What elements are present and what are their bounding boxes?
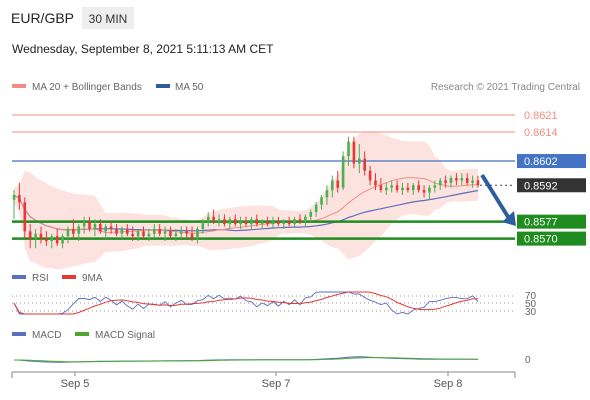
rsi-ma-legend-swatch xyxy=(62,275,76,279)
x-tick-sep7: Sep 7 xyxy=(262,378,291,390)
x-tick-sep8: Sep 8 xyxy=(434,378,463,390)
ma20-legend-label: MA 20 + Bollinger Bands xyxy=(32,82,142,93)
bollinger-band xyxy=(14,131,478,270)
x-axis: Sep 5 Sep 7 Sep 8 xyxy=(11,371,516,390)
timeframe-badge: 30 MIN xyxy=(89,12,128,26)
level-label-1: 0.8614 xyxy=(524,127,558,139)
level-label-2: 0.8602 xyxy=(524,156,558,168)
macd-tick-0: 0 xyxy=(525,355,531,366)
macd-legend-swatch xyxy=(12,332,26,336)
credit-text: Research © 2021 Trading Central xyxy=(431,82,580,93)
forecast-arrow xyxy=(480,173,516,226)
rsi-panel: 70 50 30 xyxy=(12,291,537,318)
level-label-4: 0.8577 xyxy=(524,217,558,229)
datetime-text: Wednesday, September 8, 2021 5:11:13 AM … xyxy=(12,42,274,56)
ma50-legend-label: MA 50 xyxy=(175,82,204,93)
symbol-title: EUR/GBP xyxy=(11,10,74,26)
level-label-3: 0.8592 xyxy=(524,180,558,192)
rsi-legend-label: RSI xyxy=(32,273,49,284)
ma50-legend-swatch xyxy=(156,84,170,88)
macd-panel: 0 xyxy=(13,355,531,366)
macd-legend-label: MACD xyxy=(32,330,61,341)
rsi-legend-swatch xyxy=(12,275,26,279)
macd-signal-legend-label: MACD Signal xyxy=(95,330,155,341)
macd-signal-legend-swatch xyxy=(75,332,89,336)
candle xyxy=(341,151,345,191)
level-label-5: 0.8570 xyxy=(524,234,558,246)
price-panel: 0.8621 0.8614 0.8602 0.8592 0.8577 0.8570 xyxy=(12,110,586,270)
level-label-0: 0.8621 xyxy=(524,110,558,122)
rsi-ma-legend-label: 9MA xyxy=(82,273,103,284)
rsi-tick-30: 30 xyxy=(525,307,537,318)
chart-canvas: EUR/GBP 30 MIN Wednesday, September 8, 2… xyxy=(11,7,586,390)
ma20-legend-swatch xyxy=(12,84,26,88)
x-tick-sep5: Sep 5 xyxy=(61,378,90,390)
